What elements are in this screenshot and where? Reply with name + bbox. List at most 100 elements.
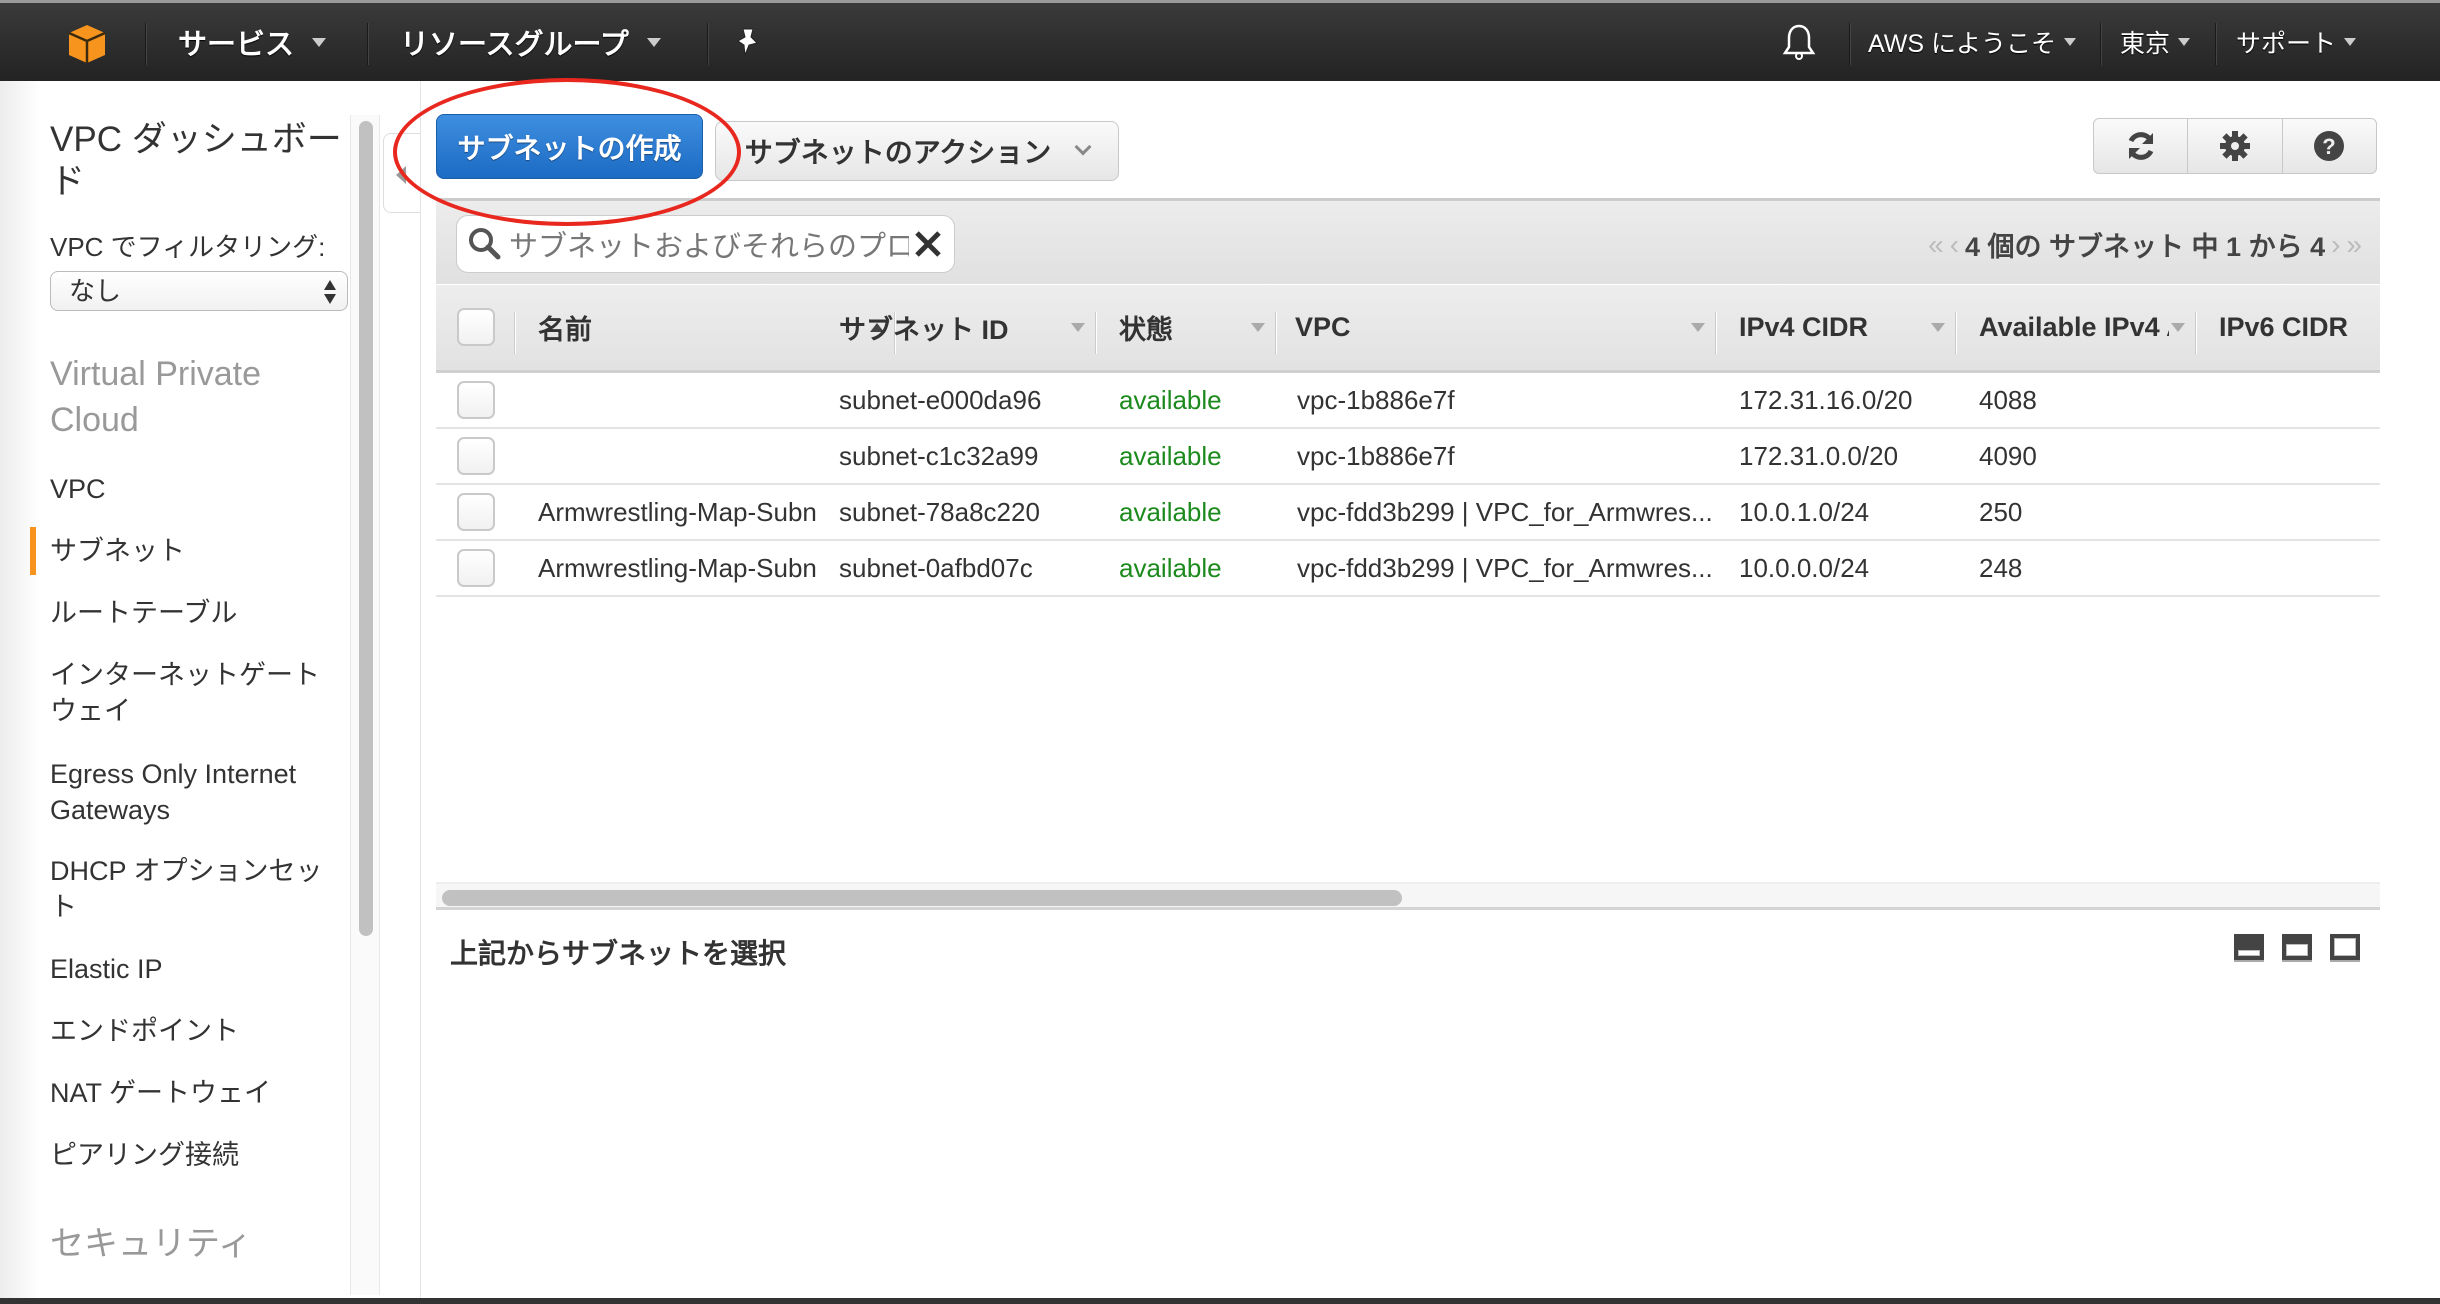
account-menu[interactable]: AWS にようこそ [1868, 3, 2076, 81]
search-placeholder: サブネットおよびそれらのプロパティでフィルタリングする [509, 231, 909, 263]
services-menu[interactable]: サービス [178, 3, 327, 81]
sidebar-scrollbar-thumb[interactable] [359, 121, 373, 936]
pane-maximize-button[interactable] [2330, 934, 2360, 962]
sidebar-item-subnets[interactable]: サブネット [30, 527, 340, 575]
pin-button[interactable] [735, 3, 761, 81]
column-header-subnet-id[interactable]: サブネット ID [817, 285, 1097, 370]
table-row[interactable]: subnet-c1c32a99 available vpc-1b886e7f 1… [436, 429, 2380, 485]
select-updown-icon [324, 280, 336, 304]
sidebar-item-endpoints[interactable]: エンドポイント [50, 1013, 340, 1049]
select-all-checkbox[interactable] [457, 308, 495, 346]
prev-page-icon[interactable]: ‹ [1950, 229, 1959, 261]
subnet-actions-dropdown[interactable]: サブネットのアクション [715, 121, 1119, 181]
sidebar-section-vpc: Virtual Private Cloud [50, 355, 262, 439]
help-icon: ? [2314, 131, 2345, 161]
row-checkbox[interactable] [457, 549, 495, 587]
row-checkbox[interactable] [457, 493, 495, 531]
resource-groups-menu[interactable]: リソースグループ [400, 3, 661, 81]
refresh-button[interactable] [2094, 119, 2189, 173]
cell-subnet-id: subnet-0afbd07c [839, 552, 1033, 583]
cell-name: Armwrestling-Map-Subn [538, 496, 817, 527]
chevron-down-icon [2344, 38, 2357, 46]
nav-divider [367, 23, 369, 65]
help-button[interactable]: ? [2283, 119, 2376, 173]
sidebar-item-route-tables[interactable]: ルートテーブル [50, 595, 340, 631]
pane-minimize-button[interactable] [2234, 934, 2264, 962]
support-menu[interactable]: サポート [2236, 3, 2357, 81]
nav-divider [2100, 23, 2102, 65]
cell-ipv4-cidr: 172.31.16.0/20 [1739, 384, 1913, 415]
sidebar-item-nat-gateways[interactable]: NAT ゲートウェイ [50, 1075, 340, 1111]
table-horizontal-scrollbar[interactable] [436, 882, 2380, 910]
row-checkbox[interactable] [457, 437, 495, 475]
notifications-button[interactable] [1782, 3, 1816, 81]
subnet-actions-label: サブネットのアクション [744, 137, 1052, 168]
sidebar-item-internet-gateways[interactable]: インターネットゲートウェイ [50, 657, 340, 729]
pane-full-icon [2334, 938, 2356, 956]
cell-state: available [1119, 552, 1222, 583]
first-page-icon[interactable]: « [1928, 229, 1944, 261]
chevron-left-icon [396, 166, 406, 184]
pagination-text: 4 個の サブネット 中 1 から 4 [1965, 232, 2326, 262]
subnets-table: 名前 サブネット ID 状態 VPC IPv4 CIDR Available I… [436, 285, 2380, 597]
cell-available-ipv4: 248 [1979, 552, 2023, 583]
sort-icon [1931, 323, 1945, 332]
clear-search-icon[interactable] [911, 227, 945, 261]
sidebar-dashboard-link[interactable]: VPC ダッシュボード [50, 119, 350, 203]
nav-divider [707, 23, 709, 65]
sidebar-item-peering[interactable]: ピアリング接続 [50, 1137, 340, 1173]
vpc-filter-value: なし [69, 276, 122, 306]
table-row[interactable]: Armwrestling-Map-Subn subnet-78a8c220 av… [436, 485, 2380, 541]
cell-state: available [1119, 440, 1222, 471]
cell-vpc: vpc-fdd3b299 | VPC_for_Armwres... [1297, 496, 1713, 527]
sidebar-item-label: Egress Only Internet Gateways [50, 759, 297, 825]
region-menu[interactable]: 東京 [2120, 3, 2191, 81]
collapse-sidebar-button[interactable] [383, 133, 420, 213]
row-checkbox[interactable] [457, 381, 495, 419]
gear-icon [2219, 131, 2250, 161]
cell-name: Armwrestling-Map-Subn [538, 552, 817, 583]
settings-button[interactable] [2188, 119, 2283, 173]
last-page-icon[interactable]: » [2346, 229, 2362, 261]
sidebar-item-label: VPC [50, 474, 106, 504]
cell-available-ipv4: 250 [1979, 496, 2023, 527]
cell-subnet-id: subnet-c1c32a99 [839, 440, 1039, 471]
aws-logo-icon[interactable] [66, 23, 108, 65]
table-row[interactable]: subnet-e000da96 available vpc-1b886e7f 1… [436, 373, 2380, 429]
sidebar-item-label: ピアリング接続 [50, 1140, 239, 1170]
table-header: 名前 サブネット ID 状態 VPC IPv4 CIDR Available I… [436, 285, 2380, 373]
search-icon [469, 228, 501, 260]
chevron-down-icon [312, 37, 327, 47]
cell-subnet-id: subnet-e000da96 [839, 384, 1042, 415]
subnet-filter-input[interactable]: サブネットおよびそれらのプロパティでフィルタリングする [456, 215, 955, 273]
refresh-icon [2128, 132, 2153, 160]
chevron-down-icon [646, 37, 661, 47]
column-header-ipv4-cidr[interactable]: IPv4 CIDR [1717, 285, 1957, 370]
column-header-label: IPv6 CIDR [2219, 312, 2349, 342]
table-row[interactable]: Armwrestling-Map-Subn subnet-0afbd07c av… [436, 541, 2380, 597]
pane-half-icon [2286, 944, 2308, 956]
column-header-ipv6-cidr[interactable]: IPv6 CIDR [2197, 285, 2380, 370]
nav-divider [2215, 23, 2217, 65]
next-page-icon[interactable]: › [2331, 229, 2340, 261]
sidebar-item-vpc[interactable]: VPC [50, 471, 340, 507]
column-header-vpc[interactable]: VPC [1277, 285, 1717, 370]
column-header-state[interactable]: 状態 [1097, 285, 1277, 370]
sidebar-scrollbar[interactable] [350, 115, 380, 1295]
sort-icon [2171, 323, 2185, 332]
chevron-down-icon [2063, 38, 2076, 46]
grid-toolbar: サブネットおよびそれらのプロパティでフィルタリングする « ‹ 4 個の サブネ… [436, 198, 2380, 284]
sidebar-item-egress-only-gateways[interactable]: Egress Only Internet Gateways [50, 756, 320, 828]
pane-half-button[interactable] [2282, 934, 2312, 962]
cell-ipv4-cidr: 10.0.0.0/24 [1739, 552, 1870, 583]
detail-pane-message: 上記からサブネットを選択 [450, 938, 787, 969]
sidebar-item-dhcp-options[interactable]: DHCP オプションセット [50, 853, 340, 925]
sidebar-item-label: インターネットゲートウェイ [50, 660, 320, 726]
sidebar-item-elastic-ip[interactable]: Elastic IP [50, 951, 340, 987]
sidebar-section-security: セキュリティ [50, 1225, 252, 1263]
column-header-available-ipv4[interactable]: Available IPv4 Addresses [1957, 285, 2197, 370]
horizontal-scrollbar-thumb[interactable] [442, 890, 1402, 906]
pagination: « ‹ 4 個の サブネット 中 1 から 4 › » [1928, 225, 2362, 264]
vpc-filter-select[interactable]: なし [50, 271, 348, 311]
create-subnet-button[interactable]: サブネットの作成 [436, 114, 703, 179]
